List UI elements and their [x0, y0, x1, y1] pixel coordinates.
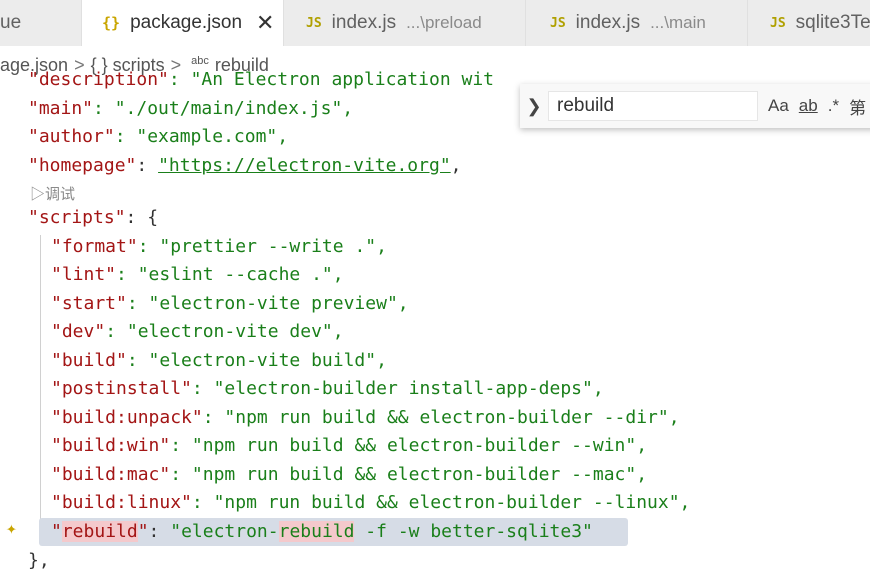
- js-file-icon: JS: [550, 15, 566, 31]
- js-file-icon: JS: [770, 15, 786, 31]
- code-line-rebuild: "rebuild": "electron-rebuild -f -w bette…: [51, 521, 593, 542]
- find-result-count: 第: [849, 98, 867, 118]
- code-editor[interactable]: "description": "An Electron application …: [0, 60, 870, 583]
- search-match: rebuild: [278, 521, 355, 542]
- code-line: "lint": "eslint --cache .",: [51, 264, 344, 285]
- chevron-right-icon[interactable]: ❯: [520, 96, 548, 117]
- code-line: "postinstall": "electron-builder install…: [51, 378, 604, 399]
- close-icon[interactable]: ✕: [256, 10, 274, 36]
- debug-codelens[interactable]: ▷调试: [30, 183, 75, 204]
- code-line: "build:linux": "npm run build && electro…: [51, 492, 691, 513]
- tab-sqlite3[interactable]: JS sqlite3Te: [748, 0, 870, 46]
- whole-word-icon[interactable]: ab: [799, 96, 818, 116]
- tab-index-js-preload[interactable]: JS index.js ...\preload: [284, 0, 526, 46]
- find-input[interactable]: rebuild: [548, 91, 758, 121]
- code-line: "build:mac": "npm run build && electron-…: [51, 464, 648, 485]
- tab-label: index.js: [575, 12, 641, 33]
- code-line: "dev": "electron-vite dev",: [51, 321, 344, 342]
- code-line: "homepage": "https://electron-vite.org",: [28, 155, 462, 176]
- code-line: "build:win": "npm run build && electron-…: [51, 435, 648, 456]
- tab-index-js-main[interactable]: JS index.js ...\main: [526, 0, 748, 46]
- indent-guide: [40, 235, 41, 540]
- code-line: "start": "electron-vite preview",: [51, 293, 409, 314]
- code-line: "author": "example.com",: [28, 126, 289, 147]
- tab-label: index.js: [331, 12, 397, 33]
- tab-path-hint: ...\main: [650, 13, 706, 32]
- json-file-icon: {}: [102, 14, 121, 32]
- homepage-link[interactable]: "https://electron-vite.org": [158, 155, 451, 176]
- regex-icon[interactable]: .*: [828, 96, 839, 116]
- tab-path-hint: ...\preload: [406, 13, 482, 32]
- tab-label: package.json: [130, 12, 243, 33]
- code-line: },: [28, 550, 50, 571]
- tab-package-json[interactable]: {} package.json ✕: [82, 0, 284, 46]
- search-match: rebuild: [61, 521, 138, 542]
- tab-label: sqlite3Te: [795, 12, 870, 33]
- match-case-icon[interactable]: Aa: [768, 96, 789, 116]
- sparkle-icon[interactable]: ✦: [6, 518, 17, 539]
- find-widget: ❯ rebuild Aa ab .* 第: [520, 84, 870, 128]
- code-line: "format": "prettier --write .",: [51, 236, 387, 257]
- code-line: "description": "An Electron application …: [28, 69, 494, 90]
- code-line: "scripts": {: [28, 207, 159, 228]
- tab-bar: ue {} package.json ✕ JS index.js ...\pre…: [0, 0, 870, 46]
- code-line: "main": "./out/main/index.js",: [28, 98, 354, 119]
- tab-label: ue: [0, 12, 22, 33]
- js-file-icon: JS: [306, 15, 322, 31]
- code-line: "build:unpack": "npm run build && electr…: [51, 407, 680, 428]
- tab-previous[interactable]: ue: [0, 0, 82, 46]
- code-line: "build": "electron-vite build",: [51, 350, 387, 371]
